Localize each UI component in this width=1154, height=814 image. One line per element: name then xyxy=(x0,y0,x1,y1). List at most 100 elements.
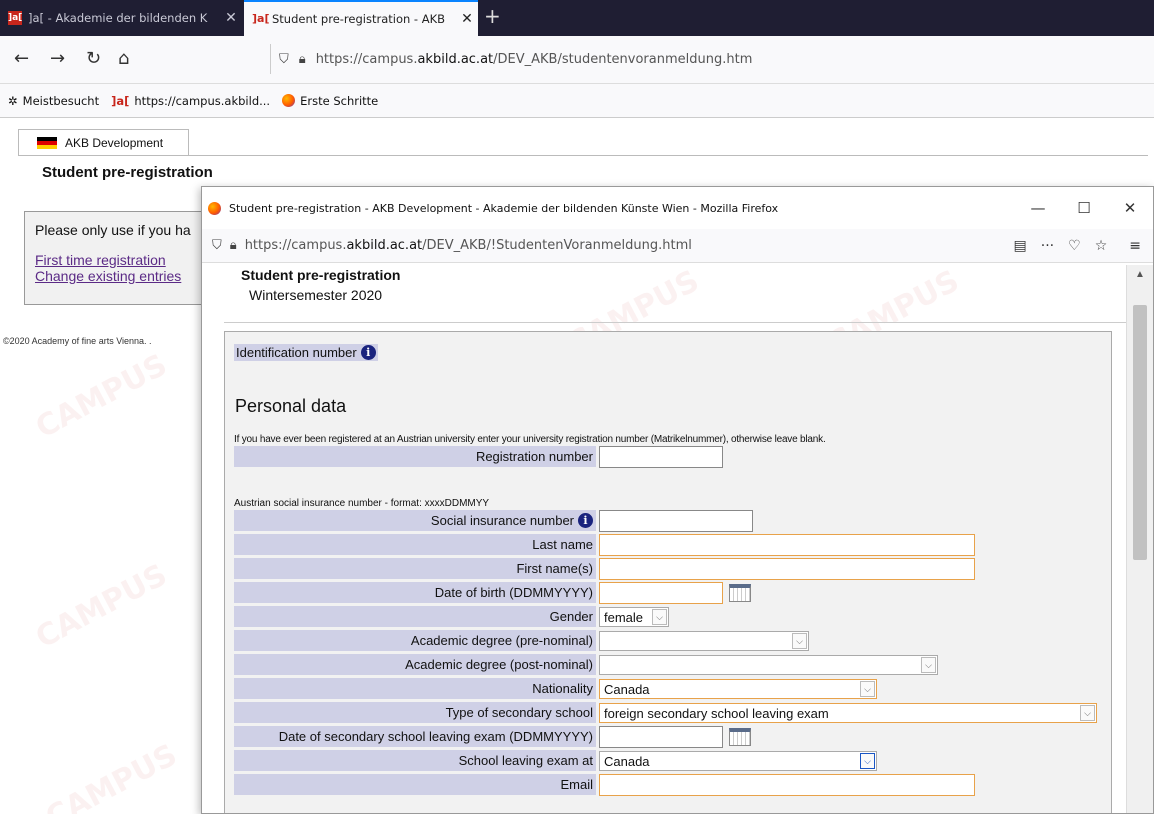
degree-pre-select[interactable]: ⌵ xyxy=(599,631,809,651)
change-existing-entries-link[interactable]: Change existing entries xyxy=(35,268,191,284)
row-exam-at: School leaving exam at Canada ⌵ xyxy=(234,750,877,772)
nationality-select[interactable]: Canada ⌵ xyxy=(599,679,877,699)
url-prefix: https://campus. xyxy=(315,51,418,67)
degree-post-select[interactable]: ⌵ xyxy=(599,655,938,675)
url-domain: akbild.ac.at xyxy=(417,51,494,67)
row-last-name: Last name xyxy=(234,534,975,556)
star-icon[interactable]: ☆ xyxy=(1095,238,1108,254)
row-date-of-birth: Date of birth (DDMMYYYY) xyxy=(234,582,751,604)
row-registration-number: Registration number xyxy=(234,446,723,468)
label: Date of birth (DDMMYYYY) xyxy=(234,582,596,604)
school-type-select[interactable]: foreign secondary school leaving exam ⌵ xyxy=(599,703,1097,723)
url-bar[interactable]: ⛉ 🔒︎ https://campus. akbild.ac.at/DEV_AKB… xyxy=(270,44,1154,74)
identification-number: Identification number i xyxy=(234,344,378,361)
label: Academic degree (post-nominal) xyxy=(234,654,596,676)
bookmark-label: Meistbesucht xyxy=(22,93,100,108)
social-insurance-hint: Austrian social insurance number - forma… xyxy=(234,498,490,509)
shield-icon: ⛉ xyxy=(212,238,222,253)
akbild-favicon-icon: ]a[ xyxy=(8,11,23,25)
tab-title: ]a[ - Akademie der bildenden K xyxy=(28,11,208,25)
bookmark-meistbesucht[interactable]: ✲ Meistbesucht xyxy=(8,94,99,108)
date-of-birth-input[interactable] xyxy=(599,582,723,604)
close-icon[interactable]: ✕ xyxy=(1107,199,1153,217)
exam-at-select[interactable]: Canada ⌵ xyxy=(599,751,877,771)
semester-label: Wintersemester 2020 xyxy=(249,287,383,303)
bookmarks-toolbar: ✲ Meistbesucht ]a[ https://campus.akbild… xyxy=(0,84,1154,118)
last-name-input[interactable] xyxy=(599,534,975,556)
gear-icon: ✲ xyxy=(8,93,18,108)
back-arrow-icon[interactable]: ← xyxy=(14,48,29,69)
chevron-down-icon: ⌵ xyxy=(792,633,807,649)
page-title: Student pre-registration xyxy=(42,164,213,181)
shield-icon: ⛉ xyxy=(279,51,289,67)
row-email: Email xyxy=(234,774,975,796)
language-tab-label: AKB Development xyxy=(65,135,164,150)
registration-hint: If you have ever been registered at an A… xyxy=(234,434,826,445)
window-title: Student pre-registration - AKB Developme… xyxy=(229,201,779,215)
label: School leaving exam at xyxy=(234,750,596,772)
label: Email xyxy=(234,774,596,796)
scroll-up-icon[interactable]: ▲ xyxy=(1127,265,1153,280)
label: Social insurance number i xyxy=(234,510,596,532)
close-icon[interactable]: ✕ xyxy=(220,10,242,26)
section-title: Personal data xyxy=(235,396,347,416)
calendar-icon[interactable] xyxy=(729,584,751,602)
row-first-name: First name(s) xyxy=(234,558,975,580)
reader-view-icon[interactable]: ▤ xyxy=(1014,238,1027,254)
campus-watermark: CAMPUS xyxy=(30,557,173,656)
popup-url-bar[interactable]: ⛉ 🔒︎ https://campus.akbild.ac.at/DEV_AKB… xyxy=(202,229,1153,263)
popup-toolbar: ▤ ··· ♡ ☆ ≡ xyxy=(1014,238,1141,254)
label: Gender xyxy=(234,606,596,628)
label: Date of secondary school leaving exam (D… xyxy=(234,726,596,748)
row-school-type: Type of secondary school foreign seconda… xyxy=(234,702,1097,724)
row-degree-post: Academic degree (post-nominal) ⌵ xyxy=(234,654,938,676)
forward-arrow-icon[interactable]: → xyxy=(50,48,65,69)
reload-icon[interactable]: ↻ xyxy=(86,48,101,69)
info-icon[interactable]: i xyxy=(578,513,593,528)
first-time-registration-link[interactable]: First time registration xyxy=(35,252,191,268)
bookmark-erste-schritte[interactable]: Erste Schritte xyxy=(282,94,378,108)
minimize-icon[interactable]: — xyxy=(1015,199,1061,217)
lock-icon: 🔒︎ xyxy=(229,238,237,253)
gender-select[interactable]: female ⌵ xyxy=(599,607,669,627)
registration-number-input[interactable] xyxy=(599,446,723,468)
menu-icon[interactable]: ≡ xyxy=(1129,238,1141,254)
label: Type of secondary school xyxy=(234,702,596,724)
social-insurance-input[interactable] xyxy=(599,510,753,532)
scrollbar[interactable]: ▲ xyxy=(1126,265,1153,813)
notice-text: Please only use if you ha xyxy=(35,222,191,238)
tab-student-pre-registration[interactable]: ]a[ Student pre-registration - AKB ✕ xyxy=(244,0,478,36)
home-icon[interactable]: ⌂ xyxy=(118,48,129,69)
scroll-thumb[interactable] xyxy=(1133,305,1147,560)
lock-icon: 🔒︎ xyxy=(298,51,306,67)
popup-heading: Student pre-registration xyxy=(241,267,401,283)
label: Registration number xyxy=(234,446,596,468)
tab-akademie[interactable]: ]a[ ]a[ - Akademie der bildenden K ✕ xyxy=(0,0,242,36)
exam-date-input[interactable] xyxy=(599,726,723,748)
new-tab-button[interactable]: + xyxy=(484,4,501,28)
chevron-down-icon: ⌵ xyxy=(860,753,875,769)
label: Last name xyxy=(234,534,596,556)
tab-title: Student pre-registration - AKB xyxy=(272,12,446,26)
close-icon[interactable]: ✕ xyxy=(456,11,478,27)
footer-copyright: ©2020 Academy of fine arts Vienna. . xyxy=(3,336,152,346)
campus-watermark: CAMPUS xyxy=(40,737,183,814)
first-name-input[interactable] xyxy=(599,558,975,580)
calendar-icon[interactable] xyxy=(729,728,751,746)
row-social-insurance: Social insurance number i xyxy=(234,510,753,532)
language-tab[interactable]: AKB Development xyxy=(18,129,189,155)
german-flag-icon xyxy=(37,136,57,149)
email-input[interactable] xyxy=(599,774,975,796)
firefox-icon xyxy=(282,94,296,107)
pocket-icon[interactable]: ♡ xyxy=(1068,238,1081,254)
registration-form: Identification number i Personal data If… xyxy=(224,331,1112,813)
info-icon[interactable]: i xyxy=(360,345,376,360)
more-icon[interactable]: ··· xyxy=(1041,238,1054,254)
campus-watermark: CAMPUS xyxy=(30,347,173,446)
bookmark-campus[interactable]: ]a[ https://campus.akbild... xyxy=(111,94,270,108)
label: Academic degree (pre-nominal) xyxy=(234,630,596,652)
url-path: /DEV_AKB/studentenvoranmeldung.htm xyxy=(493,51,753,67)
maximize-icon[interactable]: ☐ xyxy=(1061,199,1107,217)
popup-titlebar: Student pre-registration - AKB Developme… xyxy=(202,187,1153,229)
chevron-down-icon: ⌵ xyxy=(1080,705,1095,721)
